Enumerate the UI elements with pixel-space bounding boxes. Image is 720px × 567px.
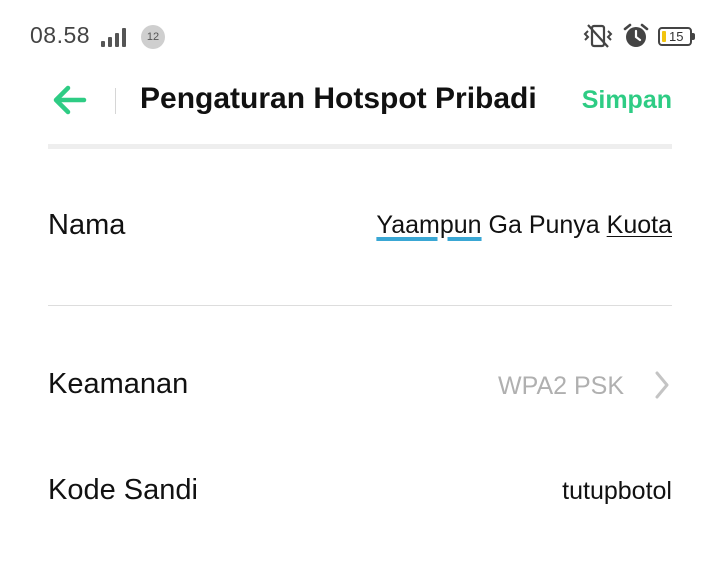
status-icons: 15 xyxy=(582,22,695,50)
chevron-right-icon xyxy=(655,371,669,399)
security-label: Keamanan xyxy=(48,368,189,400)
save-button[interactable]: Simpan xyxy=(582,86,672,115)
page-title: Pengaturan Hotspot Pribadi xyxy=(140,82,537,115)
hotspot-name-row: Nama Yaampun Ga Punya Kuota xyxy=(48,205,672,255)
name-word-1: Yaampun xyxy=(376,211,482,239)
vibrate-icon xyxy=(583,24,613,48)
hotspot-name-label: Nama xyxy=(48,209,126,241)
app-header: Pengaturan Hotspot Pribadi Simpan xyxy=(0,72,720,146)
back-button[interactable] xyxy=(48,82,92,118)
name-word-2: Ga xyxy=(488,211,522,239)
password-row[interactable]: Kode Sandi tutupbotol xyxy=(48,468,672,518)
battery-icon: 15 xyxy=(658,26,695,46)
arrow-left-icon xyxy=(53,85,87,115)
name-word-4: Kuota xyxy=(606,211,672,239)
status-time: 08.58 xyxy=(30,22,91,48)
password-label: Kode Sandi xyxy=(48,474,198,506)
status-bar: 08.58 12 15 xyxy=(0,0,720,72)
security-value: WPA2 PSK xyxy=(498,372,624,400)
notification-count-badge: 12 xyxy=(141,25,165,49)
header-separator xyxy=(48,144,672,149)
hotspot-name-input[interactable]: Yaampun Ga Punya Kuota xyxy=(376,211,672,240)
row-divider xyxy=(48,305,672,306)
header-divider xyxy=(115,88,116,114)
battery-fill xyxy=(662,30,666,42)
signal-icon xyxy=(101,28,126,47)
security-row[interactable]: Keamanan WPA2 PSK xyxy=(48,362,672,412)
alarm-icon xyxy=(623,23,649,47)
battery-level: 15 xyxy=(669,28,684,44)
password-value[interactable]: tutupbotol xyxy=(562,477,672,506)
name-word-3: Punya xyxy=(528,211,600,239)
